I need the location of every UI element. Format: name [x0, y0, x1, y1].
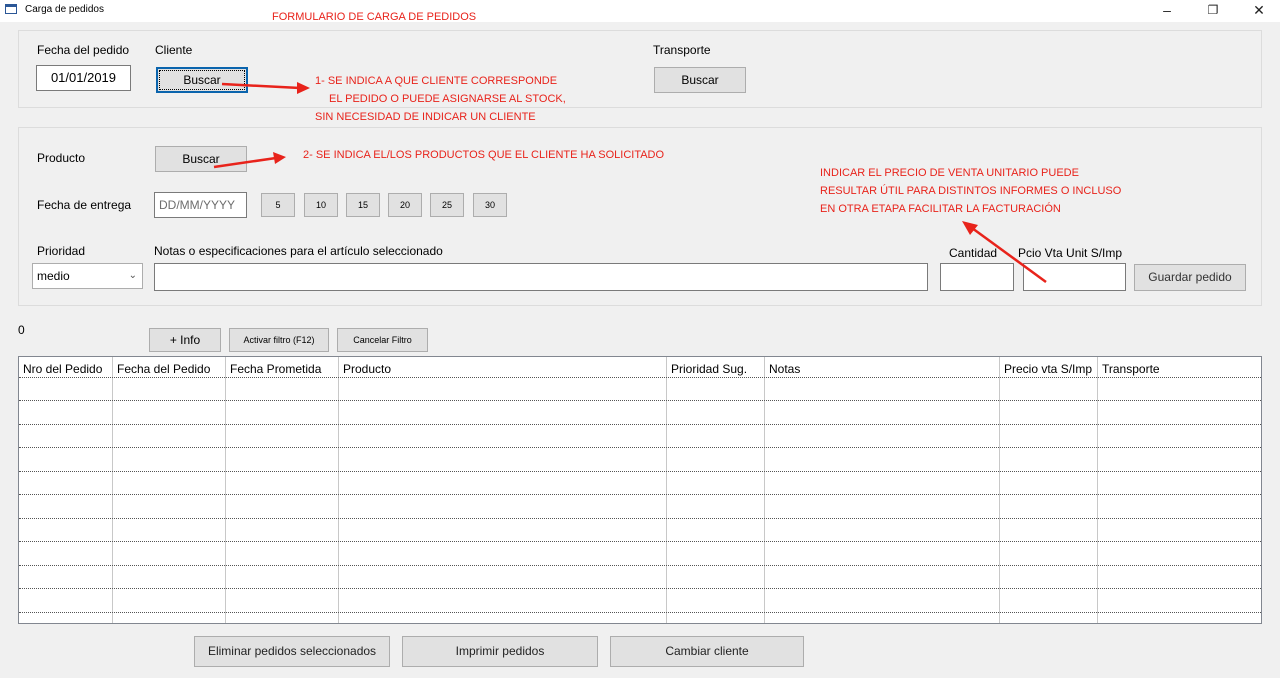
column-header-price[interactable]: Precio vta S/Imp [1004, 362, 1092, 376]
column-header-order-number[interactable]: Nro del Pedido [23, 362, 102, 376]
column-header-product[interactable]: Producto [343, 362, 391, 376]
column-header-promised-date[interactable]: Fecha Prometida [230, 362, 321, 376]
table-row-divider [19, 518, 1261, 519]
column-header-priority[interactable]: Prioridad Sug. [671, 362, 747, 376]
price-arrow-head [962, 221, 978, 235]
more-info-button[interactable]: + Info [149, 328, 221, 352]
table-row-divider [19, 588, 1261, 589]
delete-selected-orders-button[interactable]: Eliminar pedidos seleccionados [194, 636, 390, 667]
activate-filter-button[interactable]: Activar filtro (F12) [229, 328, 329, 352]
table-row-divider [19, 565, 1261, 566]
column-divider [338, 357, 339, 623]
column-divider [764, 357, 765, 623]
table-row-divider [19, 494, 1261, 495]
column-divider [225, 357, 226, 623]
column-header-transport[interactable]: Transporte [1102, 362, 1160, 376]
change-client-button[interactable]: Cambiar cliente [610, 636, 804, 667]
client-arrow [221, 82, 301, 90]
column-divider [112, 357, 113, 623]
table-row-divider [19, 400, 1261, 401]
table-row-divider [19, 377, 1261, 378]
column-divider [666, 357, 667, 623]
orders-table[interactable]: Nro del Pedido Fecha del Pedido Fecha Pr… [18, 356, 1262, 624]
table-row-divider [19, 471, 1261, 472]
table-row-divider [19, 447, 1261, 448]
table-row-divider [19, 541, 1261, 542]
column-header-order-date[interactable]: Fecha del Pedido [117, 362, 210, 376]
cancel-filter-button[interactable]: Cancelar Filtro [337, 328, 428, 352]
record-count: 0 [18, 323, 25, 337]
table-row-divider [19, 612, 1261, 613]
print-orders-button[interactable]: Imprimir pedidos [402, 636, 598, 667]
price-arrow [971, 226, 1047, 284]
column-header-notes[interactable]: Notas [769, 362, 800, 376]
client-arrow-head [297, 82, 310, 94]
column-divider [999, 357, 1000, 623]
table-row-divider [19, 424, 1261, 425]
product-arrow-head [273, 152, 286, 164]
column-divider [1097, 357, 1098, 623]
product-arrow [213, 156, 277, 169]
